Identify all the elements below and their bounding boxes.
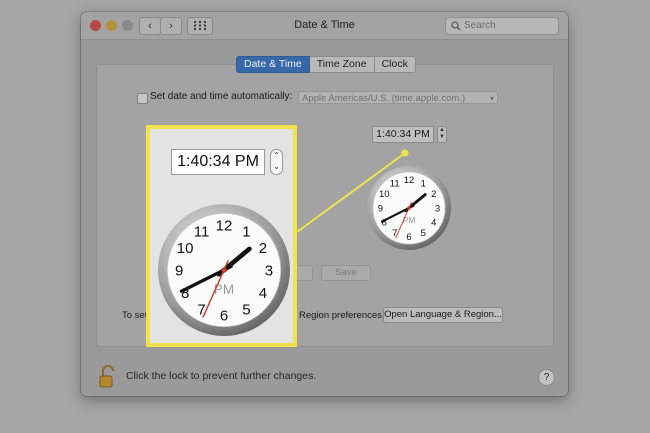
magnified-time-stepper: ⌃ ⌄ xyxy=(270,149,283,175)
clock-numeral: 2 xyxy=(259,240,267,257)
magnified-time-field: 1:40:34 PM xyxy=(171,149,265,175)
callout-line xyxy=(296,149,409,233)
clock-numeral: 4 xyxy=(259,285,267,302)
clock-center xyxy=(221,267,227,273)
clock-numeral: 3 xyxy=(265,262,273,279)
clock-numeral: 11 xyxy=(194,224,210,241)
clock-numeral: 7 xyxy=(197,301,205,318)
clock-numeral: 10 xyxy=(177,240,194,257)
analog-clock-large: 1234567891011 12PM xyxy=(158,204,290,336)
magnified-callout: 1:40:34 PM ⌃ ⌄ 1 2 3 4 5 6 7 8 9 10 11 12 PM xyxy=(146,125,297,347)
clock-numeral: 6 xyxy=(220,307,228,324)
clock-numeral: 5 xyxy=(242,301,250,318)
clock-numeral: 9 xyxy=(175,262,183,279)
clock-numeral: 1 xyxy=(242,224,250,241)
clock-period-label: PM xyxy=(214,282,234,297)
clock-numeral: 12 xyxy=(216,218,233,235)
